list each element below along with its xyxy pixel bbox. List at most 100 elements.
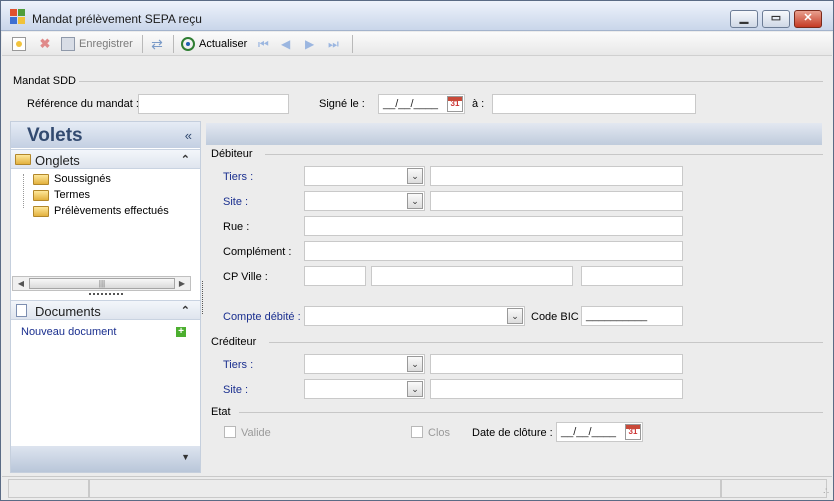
minimize-button[interactable]: ▁	[730, 10, 758, 28]
delete-icon: ✖	[39, 36, 51, 51]
chevron-down-icon[interactable]: ⌄	[407, 168, 423, 184]
minimize-icon: ▁	[739, 12, 749, 24]
complement-input[interactable]	[304, 241, 683, 261]
debiteur-group-line	[265, 154, 823, 155]
calendar-icon[interactable]: 31	[447, 96, 463, 112]
next-record-button[interactable]: ▶	[305, 35, 319, 53]
complement-label: Complément :	[223, 246, 292, 258]
crediteur-group-title: Créditeur	[211, 336, 257, 348]
chevron-down-icon[interactable]: ⌄	[507, 308, 523, 324]
tab-termes[interactable]: Termes	[54, 189, 90, 201]
cloture-label: Date de clôture :	[472, 427, 553, 439]
valide-checkbox[interactable]	[224, 426, 236, 438]
compte-select[interactable]	[304, 306, 525, 326]
window-title: Mandat prélèvement SEPA reçu	[32, 12, 202, 26]
new-button[interactable]	[12, 35, 26, 53]
mandat-group-title: Mandat SDD	[13, 75, 76, 87]
chevron-down-icon[interactable]: ⌄	[407, 356, 423, 372]
calendar-icon[interactable]: 31	[625, 424, 641, 440]
sync-button[interactable]: ⇄	[150, 35, 164, 53]
panel-footer: ▼	[11, 446, 200, 472]
crediteur-tiers-label[interactable]: Tiers :	[223, 359, 253, 371]
at-input[interactable]	[492, 94, 696, 114]
crediteur-site-label[interactable]: Site :	[223, 384, 248, 396]
save-button[interactable]: Enregistrer	[61, 35, 133, 53]
toolbar-separator	[173, 35, 174, 53]
chevron-down-icon[interactable]: ▼	[181, 452, 190, 462]
onglets-section-header[interactable]: Onglets ⌃	[11, 149, 200, 169]
vertical-splitter[interactable]	[202, 281, 203, 314]
close-button[interactable]: ✕	[794, 10, 822, 28]
scroll-right-icon[interactable]: ▶	[175, 278, 189, 289]
tab-soussignes[interactable]: Soussignés	[54, 173, 111, 185]
new-document-icon	[12, 37, 26, 51]
documents-title: Documents	[35, 304, 101, 319]
splitter-grip[interactable]	[89, 293, 123, 295]
crediteur-tiers-name[interactable]	[430, 354, 683, 374]
debiteur-tiers-name[interactable]	[430, 166, 683, 186]
valide-label: Valide	[241, 427, 271, 439]
volets-header: Volets «	[11, 122, 200, 148]
debiteur-site-label[interactable]: Site :	[223, 196, 248, 208]
close-icon: ✕	[803, 12, 813, 24]
next-icon: ▶	[305, 37, 315, 51]
tab-prelevements-effectues[interactable]: Prélèvements effectués	[54, 205, 169, 217]
last-record-button[interactable]: ⏭	[328, 35, 342, 53]
at-label: à :	[472, 98, 485, 110]
crediteur-site-name[interactable]	[430, 379, 683, 399]
refresh-button[interactable]: Actualiser	[181, 35, 247, 53]
debiteur-tiers-label[interactable]: Tiers :	[223, 171, 253, 183]
add-icon[interactable]: +	[176, 327, 186, 337]
first-record-button[interactable]: ⏮	[258, 35, 272, 53]
status-bar: ∴	[2, 476, 832, 500]
cpville-label: CP Ville :	[223, 271, 268, 283]
folder-icon	[33, 190, 49, 201]
save-label: Enregistrer	[79, 38, 133, 50]
folder-icon	[15, 154, 31, 165]
toolbar-separator	[142, 35, 143, 53]
last-icon: ⏭	[328, 37, 339, 51]
horizontal-scrollbar[interactable]: ◀ ||| ▶	[12, 276, 191, 291]
onglets-title: Onglets	[35, 153, 80, 168]
previous-icon: ◀	[281, 37, 291, 51]
folder-icon	[33, 174, 49, 185]
first-icon: ⏮	[258, 37, 269, 51]
save-icon	[61, 37, 75, 51]
maximize-icon: ▭	[770, 12, 782, 24]
chevron-down-icon[interactable]: ⌄	[407, 193, 423, 209]
app-icon	[10, 9, 26, 25]
compte-label[interactable]: Compte débité :	[223, 311, 301, 323]
collapse-panel-icon[interactable]: «	[185, 128, 192, 143]
window: Mandat prélèvement SEPA reçu ▁ ▭ ✕ ✖ Enr…	[0, 0, 834, 501]
scroll-left-icon[interactable]: ◀	[14, 278, 28, 289]
crediteur-group-line	[269, 342, 823, 343]
main-header	[206, 123, 822, 145]
bic-input[interactable]: __________	[581, 306, 683, 326]
country-input[interactable]	[581, 266, 683, 286]
debiteur-group-title: Débiteur	[211, 148, 253, 160]
reference-input[interactable]	[138, 94, 289, 114]
document-icon	[16, 304, 27, 317]
maximize-button[interactable]: ▭	[762, 10, 790, 28]
documents-section-header[interactable]: Documents ⌃	[11, 300, 200, 320]
delete-button[interactable]: ✖	[38, 35, 52, 53]
volets-panel: Volets « Onglets ⌃ Soussignés Termes Pré…	[10, 121, 201, 473]
postal-code-input[interactable]	[304, 266, 366, 286]
refresh-icon	[181, 37, 195, 51]
scroll-thumb[interactable]: |||	[29, 278, 175, 289]
rue-input[interactable]	[304, 216, 683, 236]
city-input[interactable]	[371, 266, 573, 286]
volets-title: Volets	[27, 125, 83, 146]
chevron-down-icon[interactable]: ⌄	[407, 381, 423, 397]
debiteur-site-name[interactable]	[430, 191, 683, 211]
new-document-link[interactable]: Nouveau document	[21, 326, 116, 338]
status-cell	[721, 479, 827, 498]
clos-checkbox[interactable]	[411, 426, 423, 438]
previous-record-button[interactable]: ◀	[281, 35, 295, 53]
chevron-up-icon[interactable]: ⌃	[181, 304, 190, 317]
reference-label: Référence du mandat :	[27, 98, 139, 110]
chevron-up-icon[interactable]: ⌃	[181, 153, 190, 166]
clos-label: Clos	[428, 427, 451, 439]
resize-grip-icon[interactable]: ∴	[823, 486, 829, 497]
mandat-group-line	[79, 81, 823, 82]
